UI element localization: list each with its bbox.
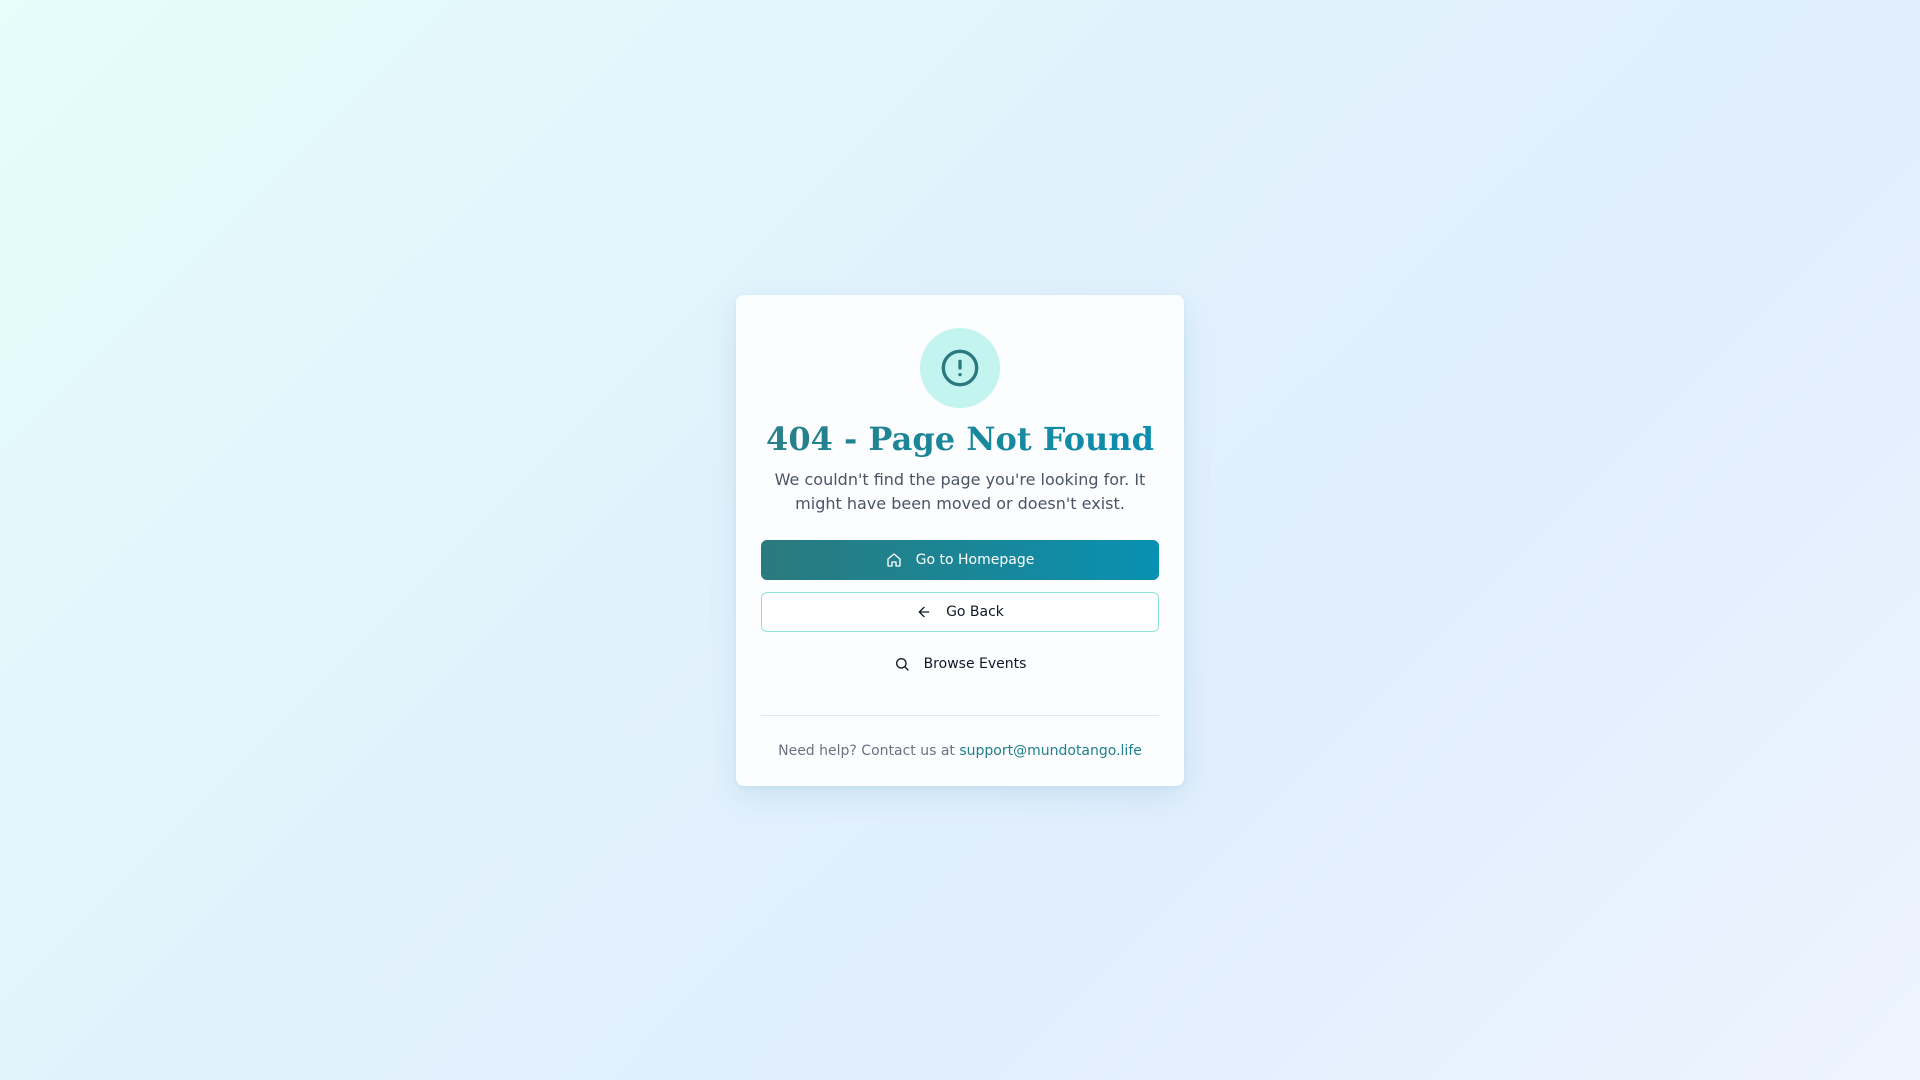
browse-events-label: Browse Events (923, 656, 1027, 672)
support-email-link[interactable]: support@mundotango.life (959, 743, 1142, 759)
help-text: Need help? Contact us at support@mundota… (736, 741, 1184, 761)
home-icon (886, 552, 902, 568)
go-to-homepage-label: Go to Homepage (915, 552, 1035, 568)
alert-circle-icon (941, 349, 979, 387)
search-icon (894, 656, 910, 672)
divider (761, 715, 1159, 716)
arrow-left-icon (916, 604, 932, 620)
error-card: 404 - Page Not Found We couldn't find th… (736, 295, 1184, 786)
browse-events-button[interactable]: Browse Events (761, 644, 1159, 684)
error-description: We couldn't find the page you're looking… (774, 470, 1146, 513)
page-title: 404 - Page Not Found (736, 419, 1184, 459)
go-to-homepage-button[interactable]: Go to Homepage (761, 540, 1159, 580)
alert-icon-badge (920, 328, 1000, 408)
help-prompt: Need help? Contact us at (778, 743, 955, 759)
go-back-button[interactable]: Go Back (761, 592, 1159, 632)
go-back-label: Go Back (946, 604, 1004, 620)
